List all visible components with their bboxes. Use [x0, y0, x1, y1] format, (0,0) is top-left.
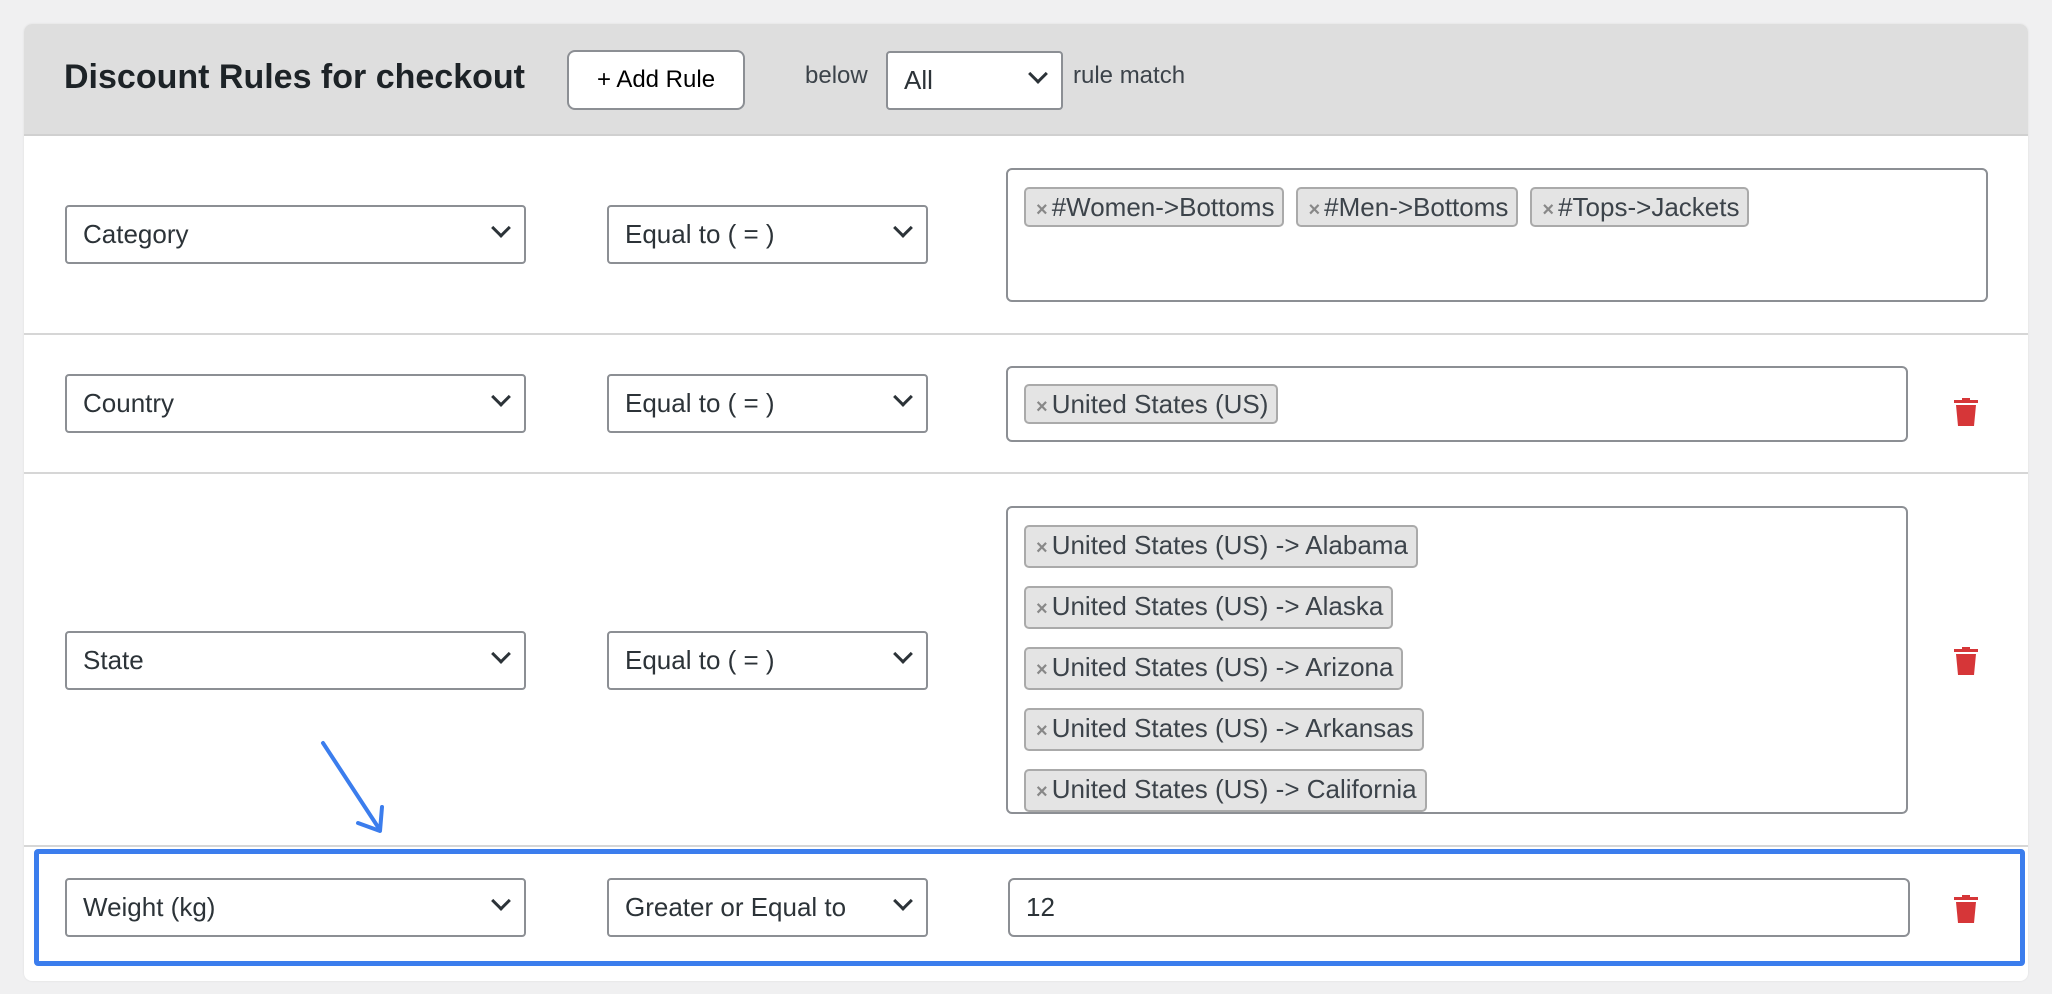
selected-value: Greater or Equal to — [625, 892, 847, 922]
selected-value: Equal to ( = ) — [625, 388, 775, 418]
arrow-icon — [321, 741, 384, 833]
below-label: below — [805, 62, 868, 89]
rule-row-weight: Weight (kg) Greater or Equal to — [24, 847, 2028, 981]
selected-value: Country — [83, 388, 175, 418]
add-rule-button[interactable]: + Add Rule — [567, 50, 745, 110]
value-input[interactable] — [1008, 878, 1910, 937]
selected-value: Equal to ( = ) — [625, 645, 775, 675]
x-icon[interactable]: × — [1036, 598, 1048, 620]
chevron-down-icon — [893, 387, 913, 407]
value-multiselect[interactable]: × #Women->Bottoms × #Men->Bottoms × #Tops->Ja… — [1006, 168, 1988, 302]
card-header: Discount Rules for checkout + Add Rule b… — [24, 24, 2028, 136]
rule-row-category: Category Equal to ( = ) × #Women->Bottoms… — [24, 136, 2028, 335]
value-multiselect[interactable]: × United States (US) -> Alabama × United S… — [1006, 506, 1908, 814]
rule-row-country: Country Equal to ( = ) × United States (U… — [24, 335, 2028, 474]
selected-value: Category — [83, 219, 189, 249]
x-icon[interactable]: × — [1036, 659, 1048, 681]
x-icon[interactable]: × — [1036, 537, 1048, 559]
field-select[interactable]: State — [65, 631, 526, 690]
field-select[interactable]: Category — [65, 205, 526, 264]
tag: × #Men->Bottoms — [1296, 187, 1519, 227]
rule-match-select[interactable]: All — [886, 51, 1063, 110]
tag-label: United States (US) -> Alaska — [1051, 591, 1384, 621]
tag-label: United States (US) — [1051, 389, 1269, 419]
rule-match-label: rule match — [1073, 62, 1186, 89]
tag: × United States (US) -> Arkansas — [1024, 708, 1424, 751]
tag: × United States (US) — [1024, 384, 1279, 424]
x-icon[interactable]: × — [1036, 781, 1048, 803]
operator-select[interactable]: Equal to ( = ) — [607, 631, 928, 690]
x-icon[interactable]: × — [1036, 199, 1048, 221]
tag: × United States (US) -> Alabama — [1024, 525, 1418, 568]
page-title: Discount Rules for checkout — [64, 58, 525, 96]
selected-value: State — [83, 645, 144, 675]
chevron-down-icon — [491, 891, 511, 911]
tag: × #Tops->Jackets — [1530, 187, 1750, 227]
trash-icon[interactable] — [1952, 892, 1980, 924]
trash-icon[interactable] — [1952, 644, 1980, 676]
x-icon[interactable]: × — [1036, 396, 1048, 418]
chevron-down-icon — [893, 891, 913, 911]
x-icon[interactable]: × — [1542, 199, 1554, 221]
field-select[interactable]: Weight (kg) — [65, 878, 526, 937]
tag-label: United States (US) -> California — [1051, 774, 1417, 804]
tag-label: #Tops->Jackets — [1558, 192, 1740, 222]
operator-select[interactable]: Equal to ( = ) — [607, 374, 928, 433]
chevron-down-icon — [893, 644, 913, 664]
tag: × United States (US) -> Arizona — [1024, 647, 1404, 690]
tag-label: United States (US) -> Alabama — [1051, 530, 1408, 560]
selected-value: Equal to ( = ) — [625, 219, 775, 249]
chevron-down-icon — [491, 644, 511, 664]
chevron-down-icon — [1028, 64, 1048, 84]
field-select[interactable]: Country — [65, 374, 526, 433]
value-multiselect[interactable]: × United States (US) — [1006, 366, 1908, 442]
chevron-down-icon — [893, 218, 913, 238]
tag: × United States (US) -> California — [1024, 769, 1427, 812]
chevron-down-icon — [491, 387, 511, 407]
trash-icon[interactable] — [1952, 395, 1980, 427]
operator-select[interactable]: Equal to ( = ) — [607, 205, 928, 264]
operator-select[interactable]: Greater or Equal to — [607, 878, 928, 937]
x-icon[interactable]: × — [1308, 199, 1320, 221]
selected-value: Weight (kg) — [83, 892, 216, 922]
tag-label: #Men->Bottoms — [1324, 192, 1509, 222]
x-icon[interactable]: × — [1036, 720, 1048, 742]
tag: × #Women->Bottoms — [1024, 187, 1285, 227]
tag: × United States (US) -> Alaska — [1024, 586, 1394, 629]
chevron-down-icon — [491, 218, 511, 238]
tag-label: United States (US) -> Arizona — [1051, 652, 1394, 682]
tag-label: #Women->Bottoms — [1051, 192, 1275, 222]
tag-label: United States (US) -> Arkansas — [1051, 713, 1414, 743]
selected-value: All — [904, 65, 933, 95]
